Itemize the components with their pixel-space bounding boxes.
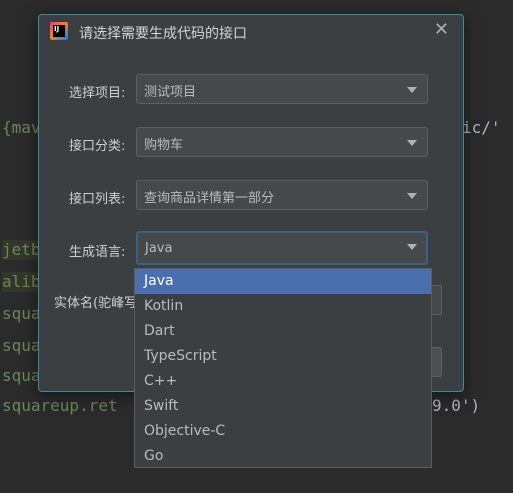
- code-line: alib: [2, 272, 42, 292]
- code-line: squareup.ret: [2, 396, 118, 415]
- project-select[interactable]: 测试项目: [136, 74, 428, 104]
- intellij-app-icon: IJ: [50, 22, 68, 40]
- dropdown-option-swift[interactable]: Swift: [135, 394, 431, 419]
- chevron-down-icon: [407, 140, 417, 146]
- api-list-label: 接口列表:: [69, 192, 126, 207]
- chevron-down-icon: [407, 193, 417, 199]
- entity-name-label: 实体名(驼峰写: [54, 296, 138, 311]
- project-label: 选择项目:: [69, 86, 126, 101]
- chevron-down-icon: [407, 87, 417, 93]
- dropdown-option-kotlin[interactable]: Kotlin: [135, 294, 431, 319]
- category-select[interactable]: 购物车: [136, 127, 428, 157]
- api-list-select-value: 查询商品详情第一部分: [144, 191, 275, 206]
- dialog-title: 请选择需要生成代码的接口: [79, 26, 247, 42]
- close-icon[interactable]: ✕: [434, 19, 449, 40]
- dropdown-option-go[interactable]: Go: [135, 444, 431, 469]
- language-select-value: Java: [145, 241, 173, 256]
- code-line: jetb: [2, 240, 42, 260]
- code-line: squa: [2, 304, 41, 323]
- project-select-value: 测试项目: [144, 85, 197, 100]
- dropdown-option-java[interactable]: Java: [135, 269, 431, 294]
- dialog-title-bar[interactable]: IJ 请选择需要生成代码的接口 ✕: [39, 15, 463, 49]
- category-label: 接口分类:: [69, 139, 126, 154]
- dropdown-option-objective-c[interactable]: Objective-C: [135, 419, 431, 444]
- code-line-fragment: ic/': [462, 118, 501, 137]
- code-line: squa: [2, 336, 41, 355]
- language-dropdown-list: Java Kotlin Dart TypeScript C++ Swift Ob…: [134, 268, 432, 468]
- code-line: squa: [2, 366, 41, 385]
- dropdown-option-dart[interactable]: Dart: [135, 319, 431, 344]
- language-select[interactable]: Java: [136, 231, 428, 265]
- api-list-select[interactable]: 查询商品详情第一部分: [136, 180, 428, 210]
- chevron-down-icon: [407, 244, 417, 250]
- category-select-value: 购物车: [144, 138, 184, 153]
- dropdown-option-typescript[interactable]: TypeScript: [135, 344, 431, 369]
- dropdown-option-cpp[interactable]: C++: [135, 369, 431, 394]
- language-label: 生成语言:: [69, 245, 126, 260]
- code-line-fragment: 9.0'): [432, 396, 481, 415]
